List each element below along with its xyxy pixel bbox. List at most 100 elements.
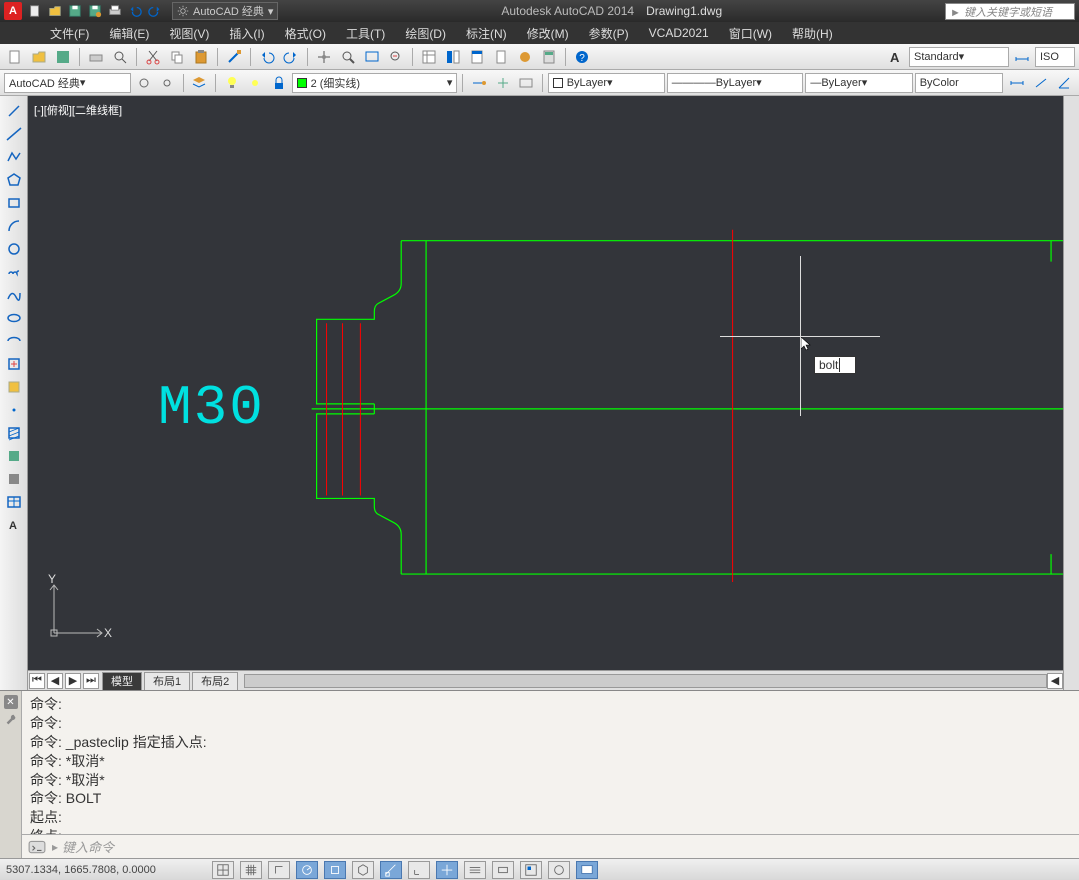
layer-state[interactable]	[515, 72, 536, 94]
menu-param[interactable]: 参数(P)	[579, 22, 639, 44]
workspace-combo[interactable]: AutoCAD 经典 ▾	[4, 73, 131, 93]
tb-help[interactable]: ?	[571, 46, 593, 68]
hscroll-left[interactable]: ◀	[1047, 673, 1063, 689]
layer-match[interactable]	[468, 72, 489, 94]
model-viewport[interactable]: [-][俯视][二维线框]	[28, 96, 1063, 670]
mtext-tool[interactable]: A	[3, 514, 25, 536]
pline-tool[interactable]	[3, 146, 25, 168]
command-input-line[interactable]: ▸ 键入命令	[22, 834, 1079, 858]
qp-toggle[interactable]	[520, 861, 542, 879]
tb-undo2[interactable]	[256, 46, 278, 68]
menu-vcad[interactable]: VCAD2021	[639, 22, 719, 44]
layer-combo[interactable]: 2 (细实线) ▾	[292, 73, 458, 93]
tb-pan[interactable]	[313, 46, 335, 68]
plot-button[interactable]	[106, 2, 124, 20]
dim-angular[interactable]	[1054, 72, 1075, 94]
sc-toggle[interactable]	[548, 861, 570, 879]
menu-draw[interactable]: 绘图(D)	[395, 22, 456, 44]
menu-file[interactable]: 文件(F)	[40, 22, 99, 44]
polygon-tool[interactable]	[3, 169, 25, 191]
tb-toolpalette[interactable]	[466, 46, 488, 68]
lineweight-combo[interactable]: — ByLayer ▾	[805, 73, 912, 93]
spline-tool[interactable]	[3, 284, 25, 306]
linetype-combo[interactable]: ———— ByLayer ▾	[667, 73, 804, 93]
hscroll[interactable]	[244, 674, 1047, 688]
menu-insert[interactable]: 插入(I)	[219, 22, 274, 44]
tab-layout1[interactable]: 布局1	[144, 672, 190, 690]
tb-markup[interactable]	[514, 46, 536, 68]
ortho-toggle[interactable]	[268, 861, 290, 879]
region-tool[interactable]	[3, 468, 25, 490]
menu-help[interactable]: 帮助(H)	[782, 22, 843, 44]
ducs-toggle[interactable]	[408, 861, 430, 879]
tb-designcenter[interactable]	[442, 46, 464, 68]
tb-matchprop[interactable]	[223, 46, 245, 68]
dyn-toggle[interactable]	[436, 861, 458, 879]
menu-window[interactable]: 窗口(W)	[719, 22, 782, 44]
xline-tool[interactable]	[3, 123, 25, 145]
menu-view[interactable]: 视图(V)	[159, 22, 219, 44]
model-toggle[interactable]	[576, 861, 598, 879]
ellipsearc-tool[interactable]	[3, 330, 25, 352]
tb-zoomwin[interactable]	[361, 46, 383, 68]
table-tool[interactable]	[3, 491, 25, 513]
help-search-input[interactable]: ► 键入关键字或短语	[945, 3, 1075, 20]
coordinate-display[interactable]: 5307.1334, 1665.7808, 0.0000	[6, 864, 206, 876]
new-button[interactable]	[26, 2, 44, 20]
layer-lock-icon[interactable]	[268, 72, 289, 94]
close-icon[interactable]: ✕	[4, 695, 18, 709]
snap-toggle[interactable]	[212, 861, 234, 879]
tab-first[interactable]: ⏮	[29, 673, 45, 689]
layer-prev[interactable]	[492, 72, 513, 94]
tb-new[interactable]	[4, 46, 26, 68]
tb-save[interactable]	[52, 46, 74, 68]
arc-tool[interactable]	[3, 215, 25, 237]
tab-next[interactable]: ▶	[65, 673, 81, 689]
menu-dimension[interactable]: 标注(N)	[456, 22, 517, 44]
tb-props[interactable]	[418, 46, 440, 68]
wrench-icon[interactable]	[4, 713, 18, 727]
dim-linear[interactable]	[1007, 72, 1028, 94]
tb-preview[interactable]	[109, 46, 131, 68]
tb-plot[interactable]	[85, 46, 107, 68]
tpy-toggle[interactable]	[492, 861, 514, 879]
lwt-toggle[interactable]	[464, 861, 486, 879]
tab-layout2[interactable]: 布局2	[192, 672, 238, 690]
tb-dimstyle-icon[interactable]	[1011, 46, 1033, 68]
ws-settings[interactable]	[133, 72, 154, 94]
dim-aligned[interactable]	[1030, 72, 1051, 94]
menu-edit[interactable]: 编辑(E)	[99, 22, 159, 44]
tb-redo2[interactable]	[280, 46, 302, 68]
cmdwin-handle[interactable]: ✕	[0, 691, 22, 858]
osnap-toggle[interactable]	[324, 861, 346, 879]
tb-sheetset[interactable]	[490, 46, 512, 68]
dynamic-input[interactable]: bolt	[814, 356, 856, 374]
layer-freeze-icon[interactable]	[245, 72, 266, 94]
layer-props[interactable]	[189, 72, 210, 94]
menu-format[interactable]: 格式(O)	[275, 22, 336, 44]
saveas-button[interactable]	[86, 2, 104, 20]
redo-button[interactable]	[146, 2, 164, 20]
block-tool[interactable]	[3, 376, 25, 398]
line-tool[interactable]	[3, 100, 25, 122]
color-combo[interactable]: ByLayer ▾	[548, 73, 665, 93]
dimstyle-combo[interactable]: ISO	[1035, 47, 1075, 67]
save-button[interactable]	[66, 2, 84, 20]
circle-tool[interactable]	[3, 238, 25, 260]
menu-modify[interactable]: 修改(M)	[517, 22, 579, 44]
menu-tools[interactable]: 工具(T)	[336, 22, 395, 44]
tb-textstyle-icon[interactable]: A	[885, 46, 907, 68]
tab-last[interactable]: ⏭	[83, 673, 99, 689]
point-tool[interactable]	[3, 399, 25, 421]
3dosnap-toggle[interactable]	[352, 861, 374, 879]
grid-toggle[interactable]	[240, 861, 262, 879]
tb-zoom[interactable]	[337, 46, 359, 68]
insert-tool[interactable]	[3, 353, 25, 375]
undo-button[interactable]	[126, 2, 144, 20]
layer-on-icon[interactable]	[221, 72, 242, 94]
tb-calc[interactable]	[538, 46, 560, 68]
workspace-selector[interactable]: AutoCAD 经典 ▾	[172, 2, 278, 20]
tb-cut[interactable]	[142, 46, 164, 68]
tb-paste[interactable]	[190, 46, 212, 68]
ellipse-tool[interactable]	[3, 307, 25, 329]
